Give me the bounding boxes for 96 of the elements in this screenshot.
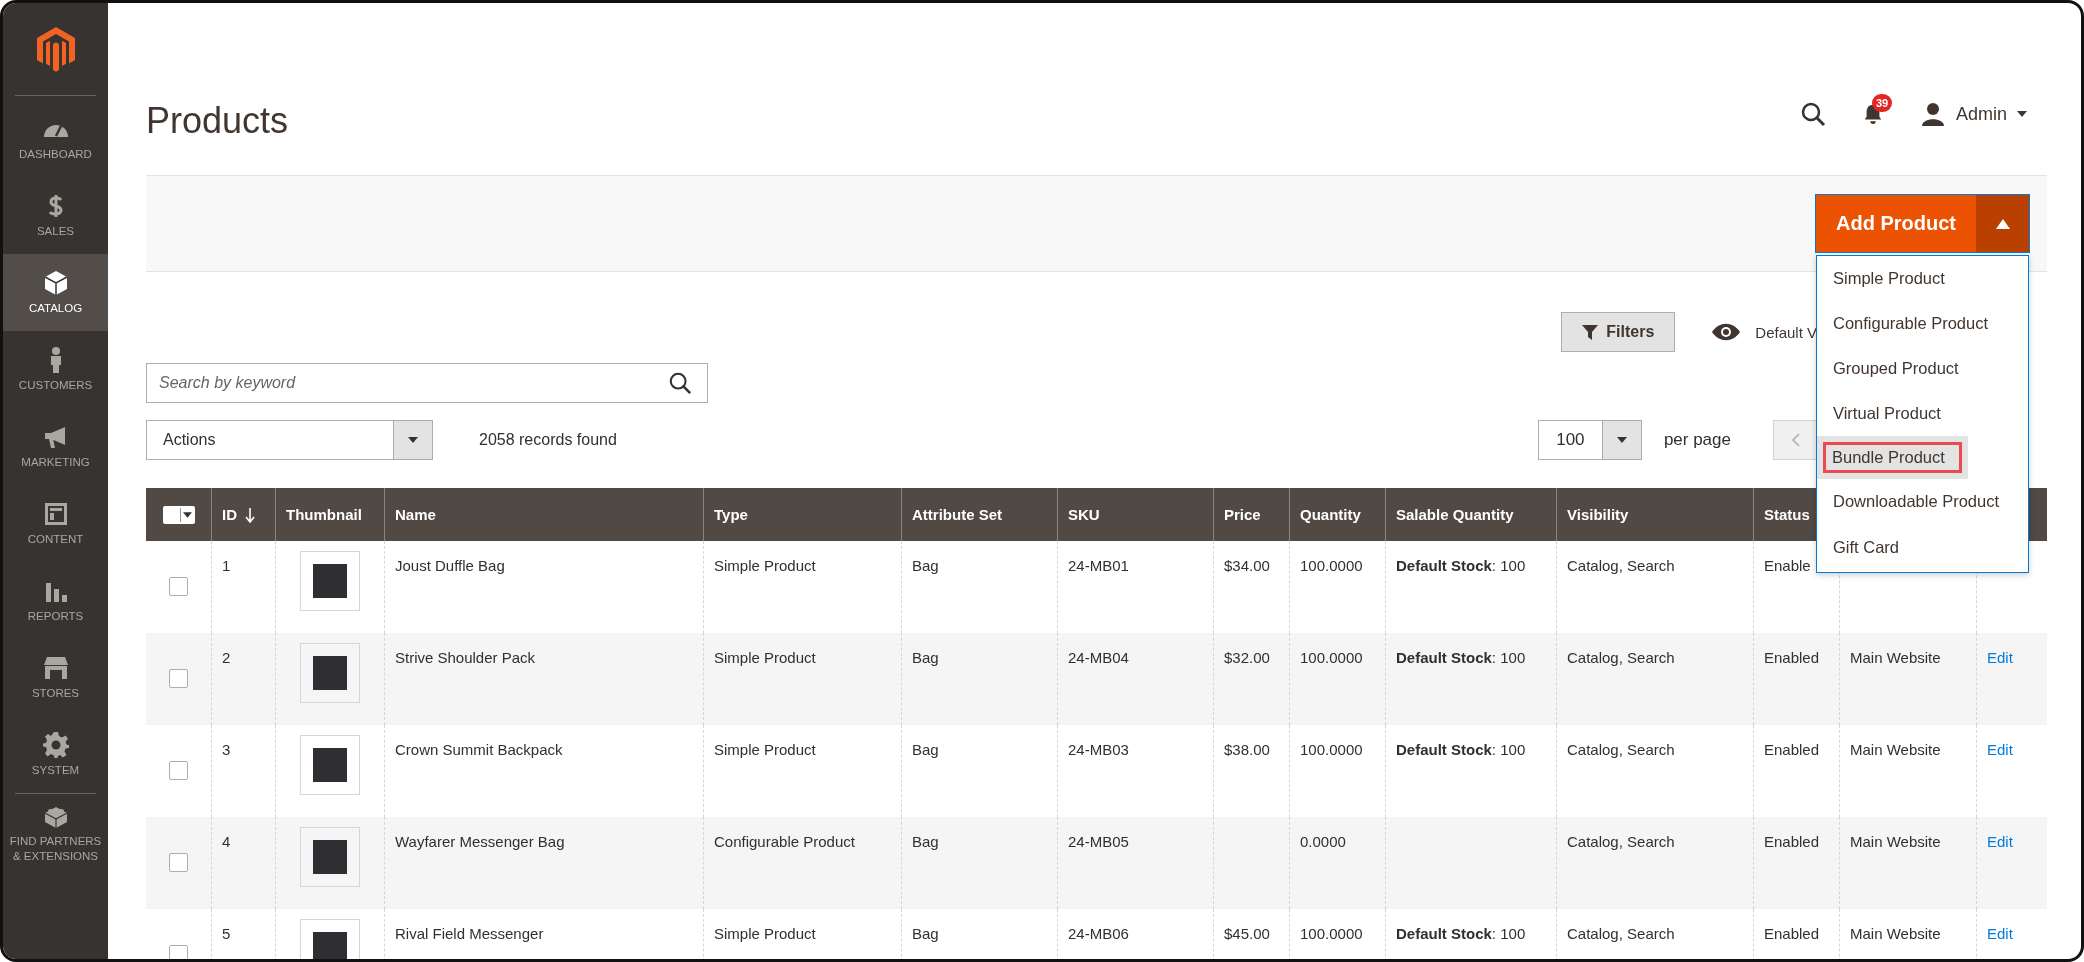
table-cell: Bag: [901, 909, 1057, 959]
sidebar-item[interactable]: DASHBOARD: [3, 100, 108, 177]
row-checkbox[interactable]: [169, 761, 188, 780]
column-header[interactable]: Price: [1213, 488, 1289, 541]
table-cell: 24-MB06: [1057, 909, 1213, 959]
table-cell: 0.0000: [1289, 817, 1385, 909]
menu-item[interactable]: Simple Product: [1817, 256, 2028, 302]
row-checkbox[interactable]: [169, 853, 188, 872]
table-cell: 100.0000: [1289, 909, 1385, 959]
sidebar-item[interactable]: REPORTS: [3, 562, 108, 639]
table-cell: Catalog, Search: [1556, 817, 1753, 909]
filter-icon: [1582, 324, 1599, 340]
menu-item[interactable]: Configurable Product: [1817, 301, 2028, 347]
table-cell: Enabled: [1753, 909, 1839, 959]
table-cell: $45.00: [1213, 909, 1289, 959]
sidebar-item[interactable]: STORES: [3, 639, 108, 716]
table-cell: Simple Product: [703, 909, 901, 959]
per-page-dropdown[interactable]: 100: [1537, 420, 1642, 460]
table-cell: 5: [211, 909, 275, 959]
photo-placeholder: [300, 735, 360, 795]
search-icon[interactable]: [1799, 101, 1826, 127]
column-header[interactable]: Attribute Set: [901, 488, 1057, 541]
table-cell: Bag: [901, 817, 1057, 909]
table-cell: 2: [211, 633, 275, 725]
logo-icon[interactable]: [35, 26, 76, 72]
filters-button[interactable]: Filters: [1561, 312, 1676, 352]
add-product-toggle[interactable]: [1976, 195, 2029, 252]
table-cell: Simple Product: [703, 633, 901, 725]
table-cell: Default Stock: 100: [1385, 909, 1556, 959]
caret-icon: [408, 437, 418, 443]
photo-placeholder: [300, 551, 360, 611]
eye-icon[interactable]: [1711, 323, 1742, 341]
table-cell: Wayfarer Messenger Bag: [384, 817, 703, 909]
column-header[interactable]: Salable Quantity: [1385, 488, 1556, 541]
caret-icon: [1616, 437, 1627, 443]
table-cell: Enabled: [1753, 633, 1839, 725]
edit-link[interactable]: Edit: [1987, 925, 2013, 942]
column-header[interactable]: Type: [703, 488, 901, 541]
mass-select-control[interactable]: [162, 505, 195, 524]
edit-link[interactable]: Edit: [1987, 741, 2013, 758]
search-field[interactable]: Search by keyword: [146, 363, 708, 403]
column-header[interactable]: Quantity: [1289, 488, 1385, 541]
column-header[interactable]: SKU: [1057, 488, 1213, 541]
table-cell: Main Website: [1839, 909, 1976, 959]
row-checkbox[interactable]: [169, 669, 188, 688]
column-header[interactable]: Thumbnail: [275, 488, 384, 541]
table-cell: Bag: [901, 633, 1057, 725]
table-cell: Rival Field Messenger: [384, 909, 703, 959]
column-header[interactable]: Name: [384, 488, 703, 541]
caret-icon: [1995, 218, 2010, 229]
table-cell: Enabled: [1753, 817, 1839, 909]
chevron-left-icon: [1791, 433, 1800, 447]
person-icon: [1919, 101, 1946, 127]
search-icon[interactable]: [668, 371, 692, 395]
page-title: Products: [146, 100, 290, 142]
sidebar-item[interactable]: MARKETING: [3, 408, 108, 485]
table-cell: Default Stock: 100: [1385, 633, 1556, 725]
table-cell: $32.00: [1213, 633, 1289, 725]
menu-item[interactable]: Virtual Product: [1817, 391, 2028, 437]
menu-item[interactable]: Grouped Product: [1817, 346, 2028, 392]
actions-dropdown[interactable]: Actions: [146, 420, 433, 460]
previous-page-button[interactable]: [1773, 420, 1817, 460]
edit-link[interactable]: Edit: [1987, 833, 2013, 850]
view-selector[interactable]: Default V: [1755, 323, 1817, 341]
records-count: 2058 records found: [479, 431, 617, 449]
row-checkbox[interactable]: [169, 577, 188, 596]
table-cell: Catalog, Search: [1556, 633, 1753, 725]
gear-icon: [41, 731, 70, 760]
notification-count: 39: [1871, 94, 1893, 112]
table-cell: Main Website: [1839, 817, 1976, 909]
menu-item[interactable]: Bundle Product: [1817, 436, 1968, 480]
column-header[interactable]: ID: [211, 488, 275, 541]
sidebar-item[interactable]: SALES: [3, 177, 108, 254]
sidebar-item[interactable]: SYSTEM: [3, 716, 108, 793]
table-cell: 100.0000: [1289, 633, 1385, 725]
column-header[interactable]: Visibility: [1556, 488, 1753, 541]
table-cell: 4: [211, 817, 275, 909]
table-cell: Strive Shoulder Pack: [384, 633, 703, 725]
caret-icon: [2017, 111, 2027, 117]
sidebar-item[interactable]: FIND PARTNERS & EXTENSIONS: [3, 794, 108, 871]
sidebar-item[interactable]: CUSTOMERS: [3, 331, 108, 408]
sidebar-item[interactable]: CATALOG: [3, 254, 108, 331]
per-page-label: per page: [1663, 430, 1731, 450]
add-product-button[interactable]: Add Product: [1816, 195, 1976, 252]
caret-icon: [182, 511, 192, 518]
edit-link[interactable]: Edit: [1987, 649, 2013, 666]
photo-placeholder: [300, 643, 360, 703]
table-cell: 24-MB05: [1057, 817, 1213, 909]
row-checkbox[interactable]: [169, 945, 188, 959]
table-cell: Catalog, Search: [1556, 909, 1753, 959]
table-cell: Main Website: [1839, 633, 1976, 725]
sidebar-item[interactable]: CONTENT: [3, 485, 108, 562]
user-menu[interactable]: Admin: [1919, 101, 2027, 127]
table-cell: 24-MB04: [1057, 633, 1213, 725]
table-cell: Configurable Product: [703, 817, 901, 909]
photo-placeholder: [300, 827, 360, 887]
